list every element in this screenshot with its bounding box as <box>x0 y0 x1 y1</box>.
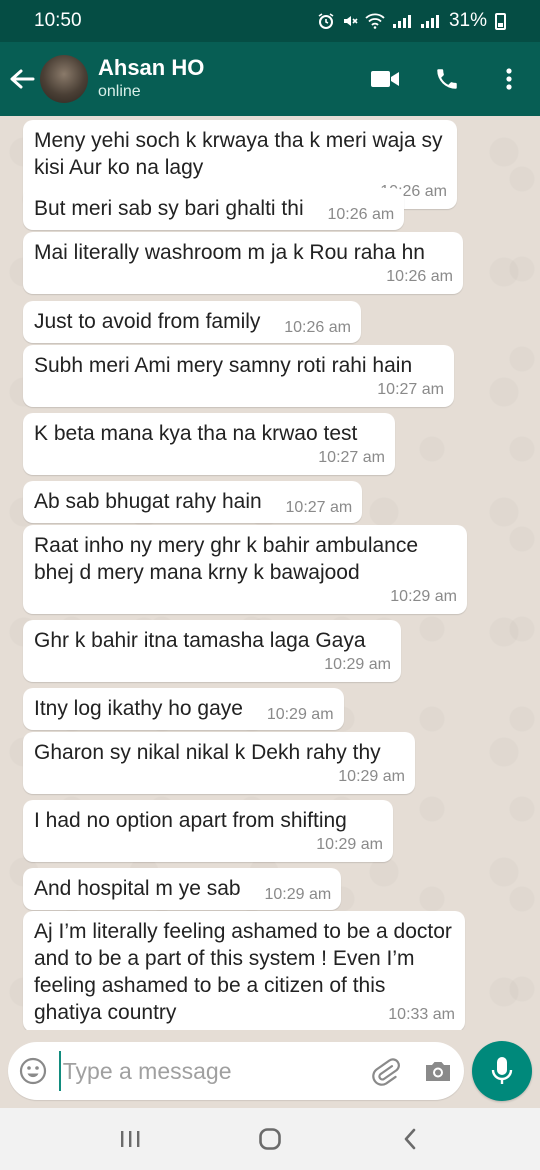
message-bubble[interactable]: Raat inho ny mery ghr k bahir ambulance … <box>23 525 467 614</box>
message-time: 10:29 am <box>324 656 391 673</box>
signal-icon <box>392 15 411 28</box>
message-bubble[interactable]: Gharon sy nikal nikal k Dekh rahy thy 10… <box>23 732 415 794</box>
alarm-icon <box>318 13 334 29</box>
emoji-button[interactable] <box>8 1042 59 1100</box>
wifi-icon <box>365 13 385 29</box>
back-button[interactable] <box>4 42 40 116</box>
message-text: Meny yehi soch k krwaya tha k meri waja … <box>34 129 443 179</box>
message-text: Mai literally washroom m ja k Rou raha h… <box>34 241 425 264</box>
message-bubble[interactable]: Mai literally washroom m ja k Rou raha h… <box>23 232 463 294</box>
message-bubble[interactable]: Itny log ikathy ho gaye 10:29 am <box>23 688 344 730</box>
more-options-button[interactable] <box>478 42 540 116</box>
emoji-icon <box>20 1057 47 1085</box>
paperclip-icon <box>372 1058 400 1086</box>
message-bubble[interactable]: And hospital m ye sab 10:29 am <box>23 868 342 910</box>
message-time: 10:27 am <box>285 499 353 516</box>
message-text: Just to avoid from family <box>34 310 261 333</box>
recent-apps-icon <box>121 1131 140 1147</box>
message-text: And hospital m ye sab <box>34 877 241 900</box>
contact-name: Ahsan HO <box>98 55 205 80</box>
message-text: Subh meri Ami mery samny roti rahi hain <box>34 354 413 377</box>
status-bar: 10:50 31% <box>0 0 540 42</box>
message-time: 10:26 am <box>284 319 351 336</box>
message-time: 10:29 am <box>266 706 334 723</box>
voice-call-button[interactable] <box>416 42 478 116</box>
video-camera-icon <box>371 71 399 87</box>
voice-record-button[interactable] <box>472 1041 532 1101</box>
message-time: 10:29 am <box>338 768 405 785</box>
message-bubble[interactable]: Just to avoid from family 10:26 am <box>23 301 361 343</box>
message-text: Ab sab bhugat rahy hain <box>34 490 262 513</box>
video-call-button[interactable] <box>354 42 416 116</box>
chat-header: Ahsan HO online <box>0 42 540 116</box>
message-composer <box>8 1042 464 1100</box>
message-time: 10:29 am <box>390 588 457 605</box>
recent-apps-button[interactable] <box>100 1114 160 1164</box>
camera-button[interactable] <box>411 1042 464 1100</box>
back-nav-button[interactable] <box>380 1114 440 1164</box>
message-time: 10:26 am <box>386 268 453 285</box>
mute-icon <box>343 16 358 26</box>
message-text: Raat inho ny mery ghr k bahir ambulance … <box>34 534 419 584</box>
attach-button[interactable] <box>359 1042 412 1100</box>
message-text: K beta mana kya tha na krwao test <box>34 422 358 445</box>
avatar[interactable] <box>40 55 88 103</box>
message-text: Itny log ikathy ho gaye <box>34 697 243 720</box>
message-time: 10:27 am <box>377 381 444 398</box>
camera-icon <box>425 1062 450 1081</box>
battery-icon <box>495 12 506 30</box>
home-icon <box>259 1128 281 1150</box>
message-bubble[interactable]: Aj I’m literally feeling ashamed to be a… <box>23 911 465 1030</box>
message-input[interactable] <box>58 1051 359 1091</box>
contact-info[interactable]: Ahsan HO online <box>98 55 354 103</box>
more-vertical-icon <box>506 68 512 90</box>
signal-icon <box>420 15 439 28</box>
chat-area[interactable]: Meny yehi soch k krwaya tha k meri waja … <box>0 116 540 1030</box>
message-bubble[interactable]: K beta mana kya tha na krwao test 10:27 … <box>23 413 395 475</box>
microphone-icon <box>491 1057 513 1084</box>
message-text: But meri sab sy bari ghalti thi <box>34 197 304 220</box>
system-nav-bar <box>0 1108 540 1170</box>
back-arrow-icon <box>10 69 35 89</box>
message-bubble[interactable]: But meri sab sy bari ghalti thi 10:26 am <box>23 188 405 230</box>
message-time: 10:29 am <box>264 886 332 903</box>
message-text: I had no option apart from shifting <box>34 809 347 832</box>
message-bubble[interactable]: I had no option apart from shifting 10:2… <box>23 800 393 862</box>
message-bubble[interactable]: Ab sab bhugat rahy hain 10:27 am <box>23 481 363 523</box>
message-bubble[interactable]: Subh meri Ami mery samny roti rahi hain … <box>23 345 454 407</box>
chevron-left-icon <box>404 1128 416 1150</box>
message-text: Ghr k bahir itna tamasha laga Gaya <box>34 629 366 652</box>
message-text: Gharon sy nikal nikal k Dekh rahy thy <box>34 741 381 764</box>
home-button[interactable] <box>240 1114 300 1164</box>
message-time: 10:29 am <box>316 836 383 853</box>
contact-status: online <box>98 83 141 100</box>
status-time: 10:50 <box>34 10 82 31</box>
message-time: 10:27 am <box>318 449 385 466</box>
message-time: 10:26 am <box>327 206 395 223</box>
battery-percent: 31% <box>448 10 487 31</box>
phone-icon <box>437 69 457 89</box>
message-bubble[interactable]: Ghr k bahir itna tamasha laga Gaya 10:29… <box>23 620 401 682</box>
